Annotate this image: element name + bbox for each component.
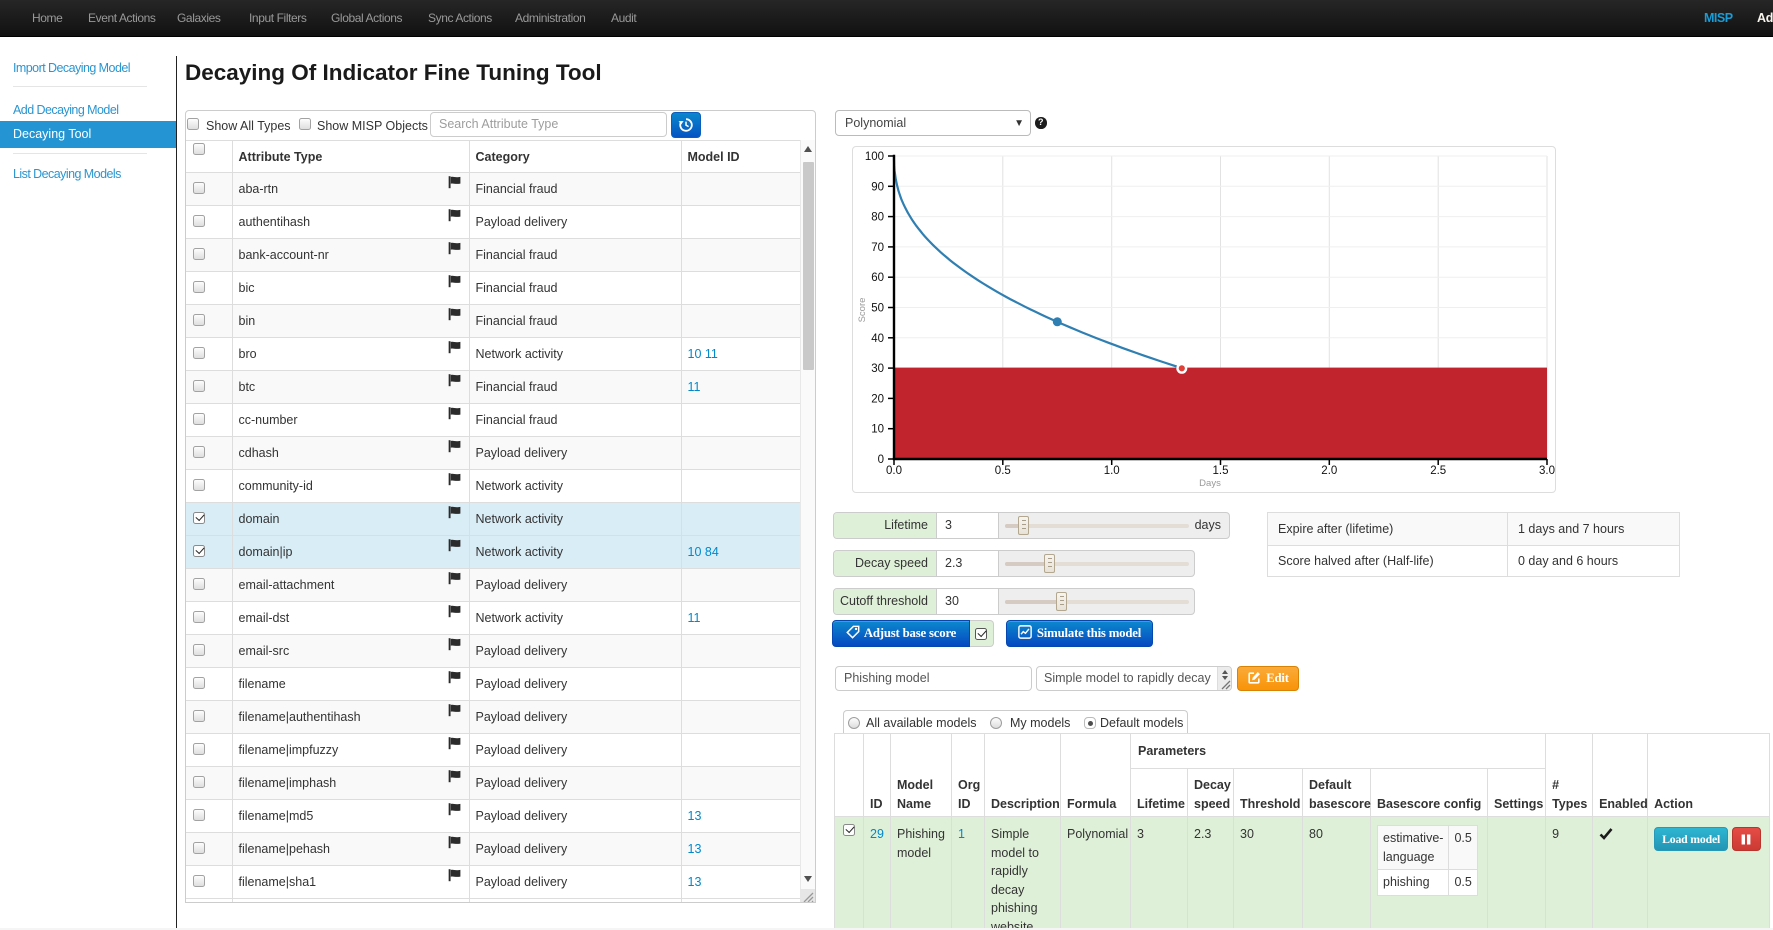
svg-text:0: 0 [878, 454, 884, 466]
svg-text:Days: Days [1199, 478, 1221, 489]
svg-text:20: 20 [871, 393, 884, 405]
svg-text:1.0: 1.0 [1104, 465, 1120, 477]
svg-text:100: 100 [865, 151, 884, 163]
svg-text:90: 90 [871, 181, 884, 193]
svg-text:30: 30 [871, 363, 884, 375]
svg-text:3.0: 3.0 [1539, 465, 1555, 477]
svg-text:2.5: 2.5 [1430, 465, 1446, 477]
svg-text:10: 10 [871, 424, 884, 436]
svg-text:1.5: 1.5 [1213, 465, 1229, 477]
svg-text:80: 80 [871, 212, 884, 224]
svg-text:40: 40 [871, 333, 884, 345]
svg-text:70: 70 [871, 242, 884, 254]
svg-text:60: 60 [871, 272, 884, 284]
svg-text:Score: Score [857, 298, 868, 323]
svg-text:0.0: 0.0 [886, 465, 902, 477]
svg-text:50: 50 [871, 303, 884, 315]
svg-text:0.5: 0.5 [995, 465, 1011, 477]
svg-text:2.0: 2.0 [1321, 465, 1337, 477]
